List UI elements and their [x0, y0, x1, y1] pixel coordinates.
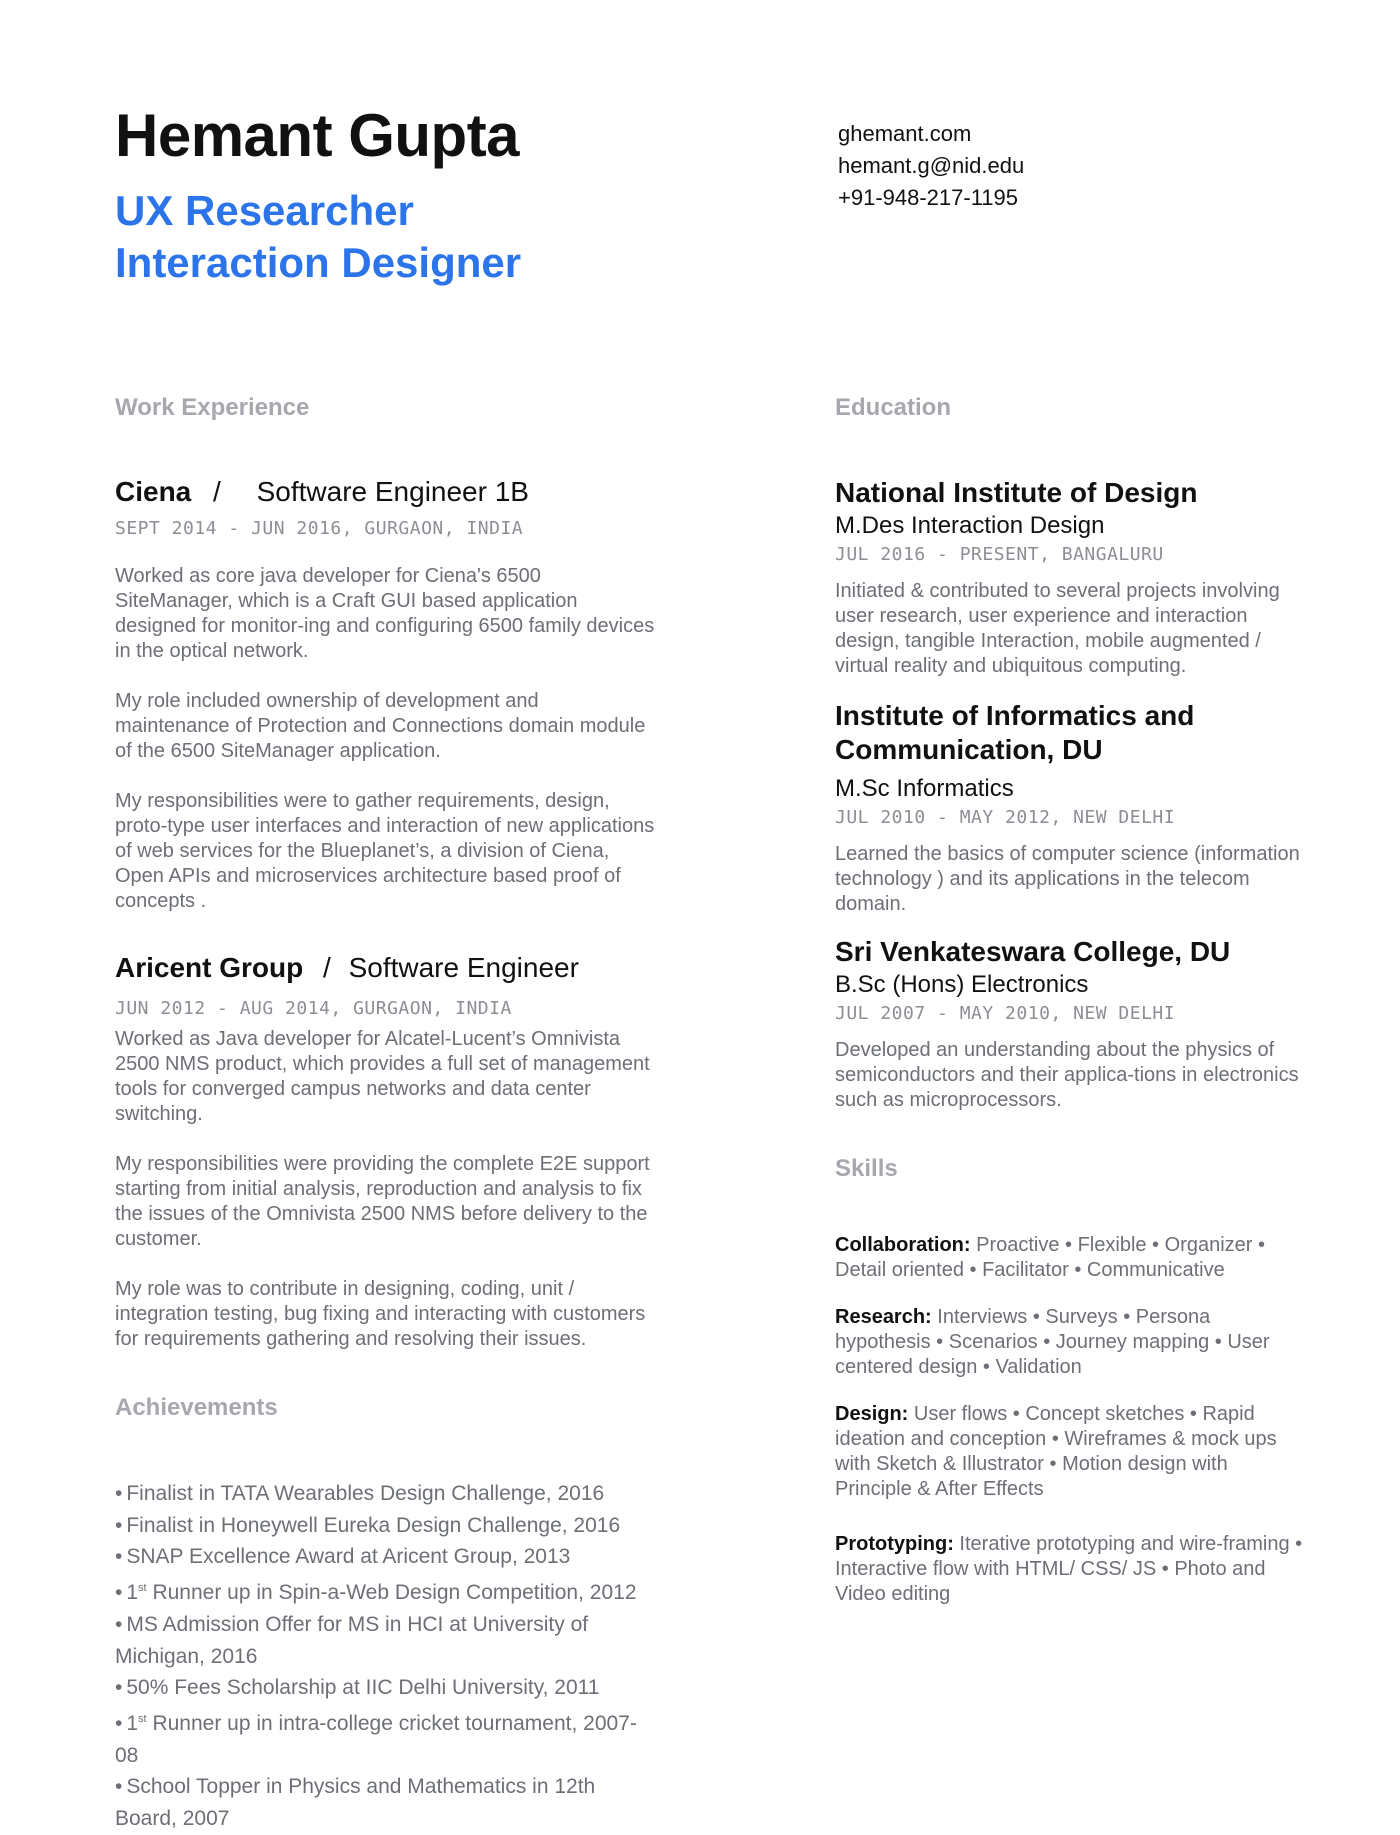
contact-email[interactable]: hemant.g@nid.edu	[838, 150, 1024, 182]
job-paragraph: My role was to contribute in designing, …	[115, 1278, 646, 1350]
right-column: Education National Institute of Design M…	[835, 394, 1305, 1607]
bullet-glyph: •	[115, 1545, 123, 1569]
job-company: Ciena	[115, 476, 192, 507]
list-item: • MS Admission Offer for MS in HCI at Uni…	[115, 1612, 589, 1668]
role-titles: UX Researcher Interaction Designer	[115, 185, 521, 289]
candidate-name: Hemant Gupta	[115, 102, 520, 169]
skill-label: Collaboration:	[835, 1234, 971, 1256]
degree-name: B.Sc (Hons) Electronics	[835, 971, 1089, 998]
job-dates: JUN 2012 - AUG 2014, GURGAON, INDIA	[115, 998, 512, 1019]
ordinal-suffix: st	[138, 1582, 147, 1595]
job-separator: /	[213, 476, 221, 507]
achievements-title: Achievements	[115, 1394, 278, 1421]
bullet-glyph: •	[115, 1612, 123, 1636]
job-paragraph: My role included ownership of developmen…	[115, 690, 646, 762]
education-description: Initiated & contributed to several proje…	[835, 580, 1280, 677]
education-item: Sri Venkateswara College, DU B.Sc (Hons)…	[835, 935, 1305, 1113]
skill-group: Prototyping: Iterative prototyping and w…	[835, 1532, 1305, 1607]
contact-block: ghemant.com hemant.g@nid.edu +91-948-217…	[838, 118, 1024, 214]
degree-name: M.Des Interaction Design	[835, 512, 1105, 539]
list-item: • Finalist in Honeywell Eureka Design Cha…	[115, 1513, 621, 1537]
job-position: Software Engineer 1B	[256, 476, 529, 507]
bullet-glyph: •	[115, 1482, 123, 1505]
education-dates: JUL 2016 - PRESENT, BANGALURU	[835, 544, 1164, 565]
bullet-glyph: •	[115, 1711, 123, 1735]
list-item: • Finalist in TATA Wearables Design Chall…	[115, 1482, 605, 1505]
skill-group: Design: User flows • Concept sketches • …	[835, 1402, 1305, 1502]
job-position: Software Engineer	[348, 952, 579, 983]
education-description: Developed an understanding about the phy…	[835, 1039, 1299, 1111]
list-item: • 1st Runner up in Spin-a-Web Design Comp…	[115, 1581, 637, 1605]
education-item: National Institute of Design M.Des Inter…	[835, 476, 1305, 679]
education-dates: JUL 2007 - MAY 2010, NEW DELHI	[835, 1003, 1176, 1024]
institute-name: National Institute of Design	[835, 477, 1198, 508]
left-column: Work Experience Ciena / Software Enginee…	[115, 394, 655, 1835]
skill-label: Prototyping:	[835, 1533, 954, 1555]
education-description: Learned the basics of computer science (…	[835, 843, 1300, 915]
job-ciena: Ciena / Software Engineer 1B SEPT 2014 -…	[115, 476, 655, 914]
skill-label: Research:	[835, 1306, 932, 1328]
job-paragraph: My responsibilities were providing the c…	[115, 1153, 650, 1250]
contact-phone[interactable]: +91-948-217-1195	[838, 182, 1024, 214]
bullet-glyph: •	[115, 1676, 123, 1700]
job-aricent: Aricent Group / Software Engineer JUN 20…	[115, 952, 655, 1352]
job-dates: SEPT 2014 - JUN 2016, GURGAON, INDIA	[115, 518, 524, 539]
education-item: Institute of Informatics and Communicati…	[835, 699, 1305, 917]
work-experience-title: Work Experience	[115, 394, 310, 421]
job-separator: /	[323, 952, 331, 983]
contact-website[interactable]: ghemant.com	[838, 118, 1024, 150]
job-paragraph: Worked as core java developer for Ciena'…	[115, 565, 655, 662]
ordinal-suffix: st	[138, 1712, 147, 1725]
list-item: • 1st Runner up in intra-college cricket …	[115, 1711, 637, 1767]
skill-label: Design:	[835, 1403, 909, 1425]
institute-name: Institute of Informatics and Communicati…	[835, 700, 1195, 765]
education-title: Education	[835, 394, 952, 421]
degree-name: M.Sc Informatics	[835, 775, 1014, 802]
skill-group: Collaboration: Proactive • Flexible • Or…	[835, 1233, 1305, 1283]
role-title-1: UX Researcher	[115, 187, 414, 234]
institute-name: Sri Venkateswara College, DU	[835, 936, 1231, 967]
job-heading: Ciena / Software Engineer 1B	[115, 476, 655, 508]
job-paragraph: Worked as Java developer for Alcatel-Luc…	[115, 1028, 650, 1125]
list-item: • 50% Fees Scholarship at IIC Delhi Unive…	[115, 1676, 600, 1700]
job-heading: Aricent Group / Software Engineer	[115, 952, 655, 984]
bullet-glyph: •	[115, 1775, 123, 1799]
bullet-glyph: •	[115, 1513, 123, 1537]
job-company: Aricent Group	[115, 952, 304, 983]
education-dates: JUL 2010 - MAY 2012, NEW DELHI	[835, 807, 1176, 828]
achievements-list: • Finalist in TATA Wearables Design Chall…	[115, 1478, 655, 1835]
list-item: • School Topper in Physics and Mathematic…	[115, 1775, 596, 1831]
skill-group: Research: Interviews • Surveys • Persona…	[835, 1305, 1305, 1380]
bullet-glyph: •	[115, 1581, 123, 1605]
skills-title: Skills	[835, 1155, 898, 1182]
role-title-2: Interaction Designer	[115, 239, 522, 286]
job-paragraph: My responsibilities were to gather requi…	[115, 790, 655, 912]
list-item: • SNAP Excellence Award at Aricent Group,…	[115, 1545, 571, 1569]
